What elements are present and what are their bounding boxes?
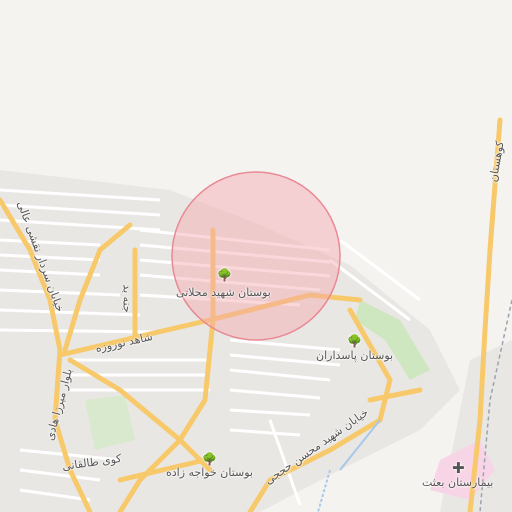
park-label[interactable]: بوستان خواجه زاده (166, 466, 253, 479)
highlight-circle[interactable] (171, 171, 341, 341)
hospital-label[interactable]: بیمارستان بعثت (422, 476, 493, 489)
map-view[interactable]: 🌳 🌳 🌳 ✚ بوستان شهید محلاتی بوستان پاسدار… (0, 0, 512, 512)
street-label: جنه بد (120, 284, 134, 313)
park-label[interactable]: بوستان پاسداران (316, 349, 393, 362)
tree-icon: 🌳 (202, 452, 217, 466)
hospital-cross-icon: ✚ (452, 459, 465, 477)
tree-icon: 🌳 (347, 334, 362, 348)
park-label[interactable]: بوستان شهید محلاتی (176, 286, 271, 299)
map-canvas (0, 117, 512, 512)
tree-icon: 🌳 (217, 268, 232, 282)
